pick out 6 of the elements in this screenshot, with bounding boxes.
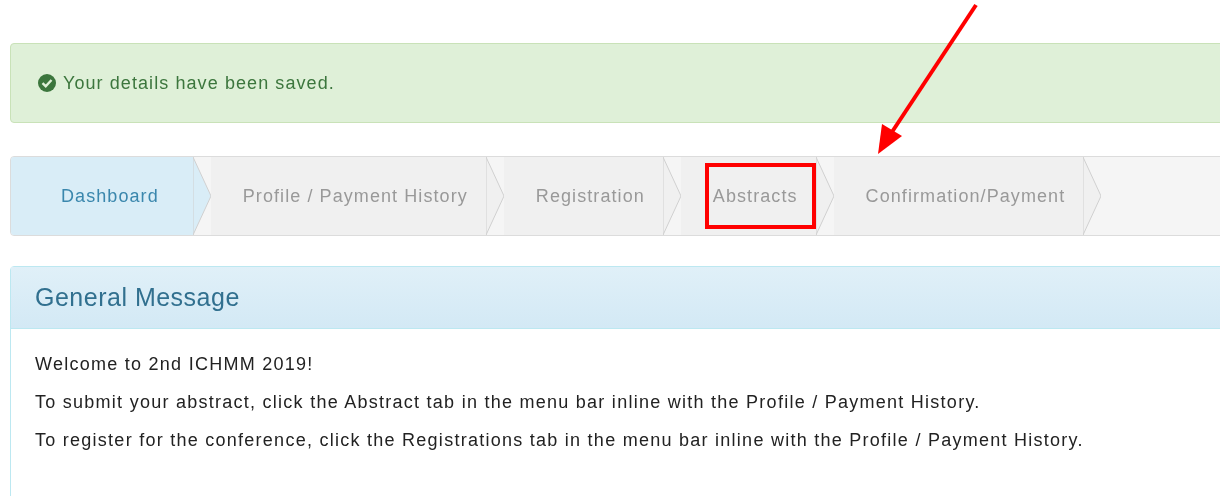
check-circle-icon — [37, 73, 57, 93]
panel-title: General Message — [35, 281, 240, 313]
message-text: To submit your abstract, click the Abstract tab in the menu bar inline with the Profile / Payment History. — [35, 391, 982, 413]
alert-message: Your details have been saved. — [63, 71, 335, 95]
message-text: To register for the conference, click the Registrations tab in the menu bar inline with the Profile / Payment History. — [35, 429, 1085, 451]
message-text: Welcome to 2nd ICHMM 2019! — [35, 353, 315, 375]
